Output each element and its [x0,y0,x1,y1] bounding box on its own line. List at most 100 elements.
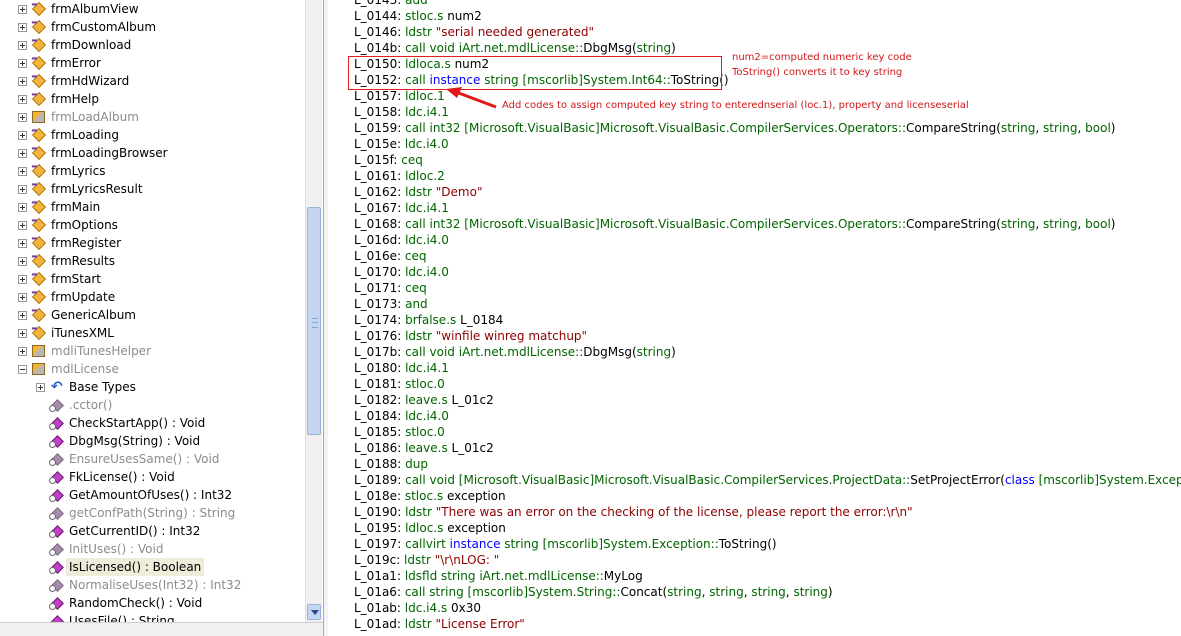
tree-item[interactable]: GetCurrentID() : Int32 [36,522,200,540]
expand-icon[interactable] [18,112,27,122]
tree-item[interactable]: frmResults [18,252,115,270]
tree-item[interactable]: GetAmountOfUses() : Int32 [36,486,232,504]
code-line[interactable]: L_0159: call int32 [Microsoft.VisualBasi… [354,120,1115,136]
code-line[interactable]: L_0146: ldstr "serial needed generated" [354,24,594,40]
expand-icon[interactable] [18,22,27,32]
code-line[interactable]: L_01ab: ldc.i4.s 0x30 [354,600,481,616]
code-line[interactable]: L_016e: ceq [354,248,426,264]
code-line[interactable]: L_0181: stloc.0 [354,376,445,392]
code-line[interactable]: L_019c: ldstr "\r\nLOG: " [354,552,499,568]
code-line[interactable]: L_0170: ldc.i4.0 [354,264,449,280]
expand-icon[interactable] [18,4,27,14]
code-line[interactable]: L_0144: stloc.s num2 [354,8,482,24]
tree-item[interactable]: EnsureUsesSame() : Void [36,450,219,468]
tree-item[interactable]: frmError [18,54,101,72]
tree-item[interactable]: frmMain [18,198,100,216]
tree-item[interactable]: ↶ Base Types [36,378,136,396]
expand-icon[interactable] [18,256,27,266]
code-line[interactable]: L_0158: ldc.i4.1 [354,104,449,120]
expand-icon[interactable] [18,328,27,338]
tree-vertical-scrollbar[interactable] [305,0,322,622]
tree-item[interactable]: DbgMsg(String) : Void [36,432,200,450]
code-line[interactable]: L_0184: ldc.i4.0 [354,408,449,424]
collapse-icon[interactable] [18,364,27,374]
tree-item[interactable]: frmLoadAlbum [18,108,139,126]
tree-item[interactable]: frmCustomAlbum [18,18,156,36]
expand-icon[interactable] [18,238,27,248]
code-line[interactable]: L_0186: leave.s L_01c2 [354,440,494,456]
tree-item[interactable]: InitUses() : Void [36,540,163,558]
tree-item[interactable]: RandomCheck() : Void [36,594,202,612]
expand-icon[interactable] [18,94,27,104]
code-view[interactable]: L_0143: add L_0144: stloc.s num2 L_0146: l… [324,0,1181,636]
scroll-down-button[interactable] [307,604,321,620]
tree-item[interactable]: frmOptions [18,216,118,234]
code-line[interactable]: L_0189: call void [Microsoft.VisualBasic… [354,472,1181,488]
code-line[interactable]: L_0168: call int32 [Microsoft.VisualBasi… [354,216,1115,232]
code-line[interactable]: L_01ad: ldstr "License Error" [354,616,525,632]
tree-item[interactable]: frmHelp [18,90,99,108]
code-line[interactable]: L_0167: ldc.i4.1 [354,200,449,216]
tree-item[interactable]: mdliTunesHelper [18,342,151,360]
code-line[interactable]: L_015f: ceq [354,152,423,168]
tree-item[interactable]: iTunesXML [18,324,114,342]
code-line[interactable]: L_0162: ldstr "Demo" [354,184,482,200]
tree-item[interactable]: frmHdWizard [18,72,129,90]
tree-item[interactable]: frmLoadingBrowser [18,144,168,162]
code-line[interactable]: L_0195: ldloc.s exception [354,520,506,536]
code-line[interactable]: L_018e: stloc.s exception [354,488,506,504]
code-line[interactable]: L_01a1: ldsfld string iArt.net.mdlLicens… [354,568,643,584]
code-line[interactable]: L_0174: brfalse.s L_0184 [354,312,503,328]
code-line[interactable]: L_0197: callvirt instance string [mscorl… [354,536,777,552]
code-line[interactable]: L_014b: call void iArt.net.mdlLicense::D… [354,40,676,56]
code-line[interactable]: L_0182: leave.s L_01c2 [354,392,494,408]
tree-view[interactable]: frmAlbumView frmCustomAlbum frmDownload frm… [0,0,305,622]
tree-item[interactable]: UsesFile() : String [36,612,175,622]
code-line[interactable]: L_017b: call void iArt.net.mdlLicense::D… [354,344,676,360]
expand-icon[interactable] [18,220,27,230]
tree-item[interactable]: GenericAlbum [18,306,136,324]
expand-icon[interactable] [18,310,27,320]
tree-horizontal-scrollbar[interactable] [0,622,323,636]
expand-icon[interactable] [18,40,27,50]
code-line[interactable]: L_0180: ldc.i4.1 [354,360,449,376]
tree-item[interactable]: getConfPath(String) : String [36,504,235,522]
expand-icon[interactable] [18,202,27,212]
code-line[interactable]: L_0176: ldstr "winfile winreg matchup" [354,328,587,344]
expand-icon[interactable] [18,184,27,194]
tree-item[interactable]: FkLicense() : Void [36,468,175,486]
expand-icon[interactable] [18,274,27,284]
code-line[interactable]: L_015e: ldc.i4.0 [354,136,449,152]
code-line[interactable]: L_0161: ldloc.2 [354,168,445,184]
tree-item[interactable]: frmRegister [18,234,121,252]
tree-item[interactable]: frmLoading [18,126,119,144]
tree-item[interactable]: frmStart [18,270,101,288]
code-line[interactable]: L_0190: ldstr "There was an error on the… [354,504,913,520]
expand-icon[interactable] [18,76,27,86]
expand-icon[interactable] [18,148,27,158]
code-line[interactable]: L_01a6: call string [mscorlib]System.Str… [354,584,833,600]
expand-icon[interactable] [36,382,45,392]
tree-item[interactable]: frmLyricsResult [18,180,143,198]
code-line[interactable]: L_016d: ldc.i4.0 [354,232,449,248]
expand-icon[interactable] [18,130,27,140]
code-line[interactable]: L_0185: stloc.0 [354,424,445,440]
tree-item[interactable]: IsLicensed() : Boolean [36,558,205,576]
tree-item[interactable]: frmUpdate [18,288,115,306]
tree-item[interactable]: CheckStartApp() : Void [36,414,205,432]
code-line[interactable]: L_0173: and [354,296,428,312]
tree-item[interactable]: frmDownload [18,36,131,54]
code-line[interactable]: L_0157: ldloc.1 [354,88,445,104]
tree-item[interactable]: mdlLicense [18,360,119,378]
tree-item[interactable]: frmAlbumView [18,0,139,18]
tree-item[interactable]: frmLyrics [18,162,105,180]
code-line[interactable]: L_0143: add [354,0,428,8]
tree-item[interactable]: .cctor() [36,396,112,414]
expand-icon[interactable] [18,58,27,68]
expand-icon[interactable] [18,292,27,302]
tree-item[interactable]: NormaliseUses(Int32) : Int32 [36,576,241,594]
expand-icon[interactable] [18,166,27,176]
code-line[interactable]: L_0188: dup [354,456,428,472]
expand-icon[interactable] [18,346,27,356]
scrollbar-thumb[interactable] [307,207,321,435]
